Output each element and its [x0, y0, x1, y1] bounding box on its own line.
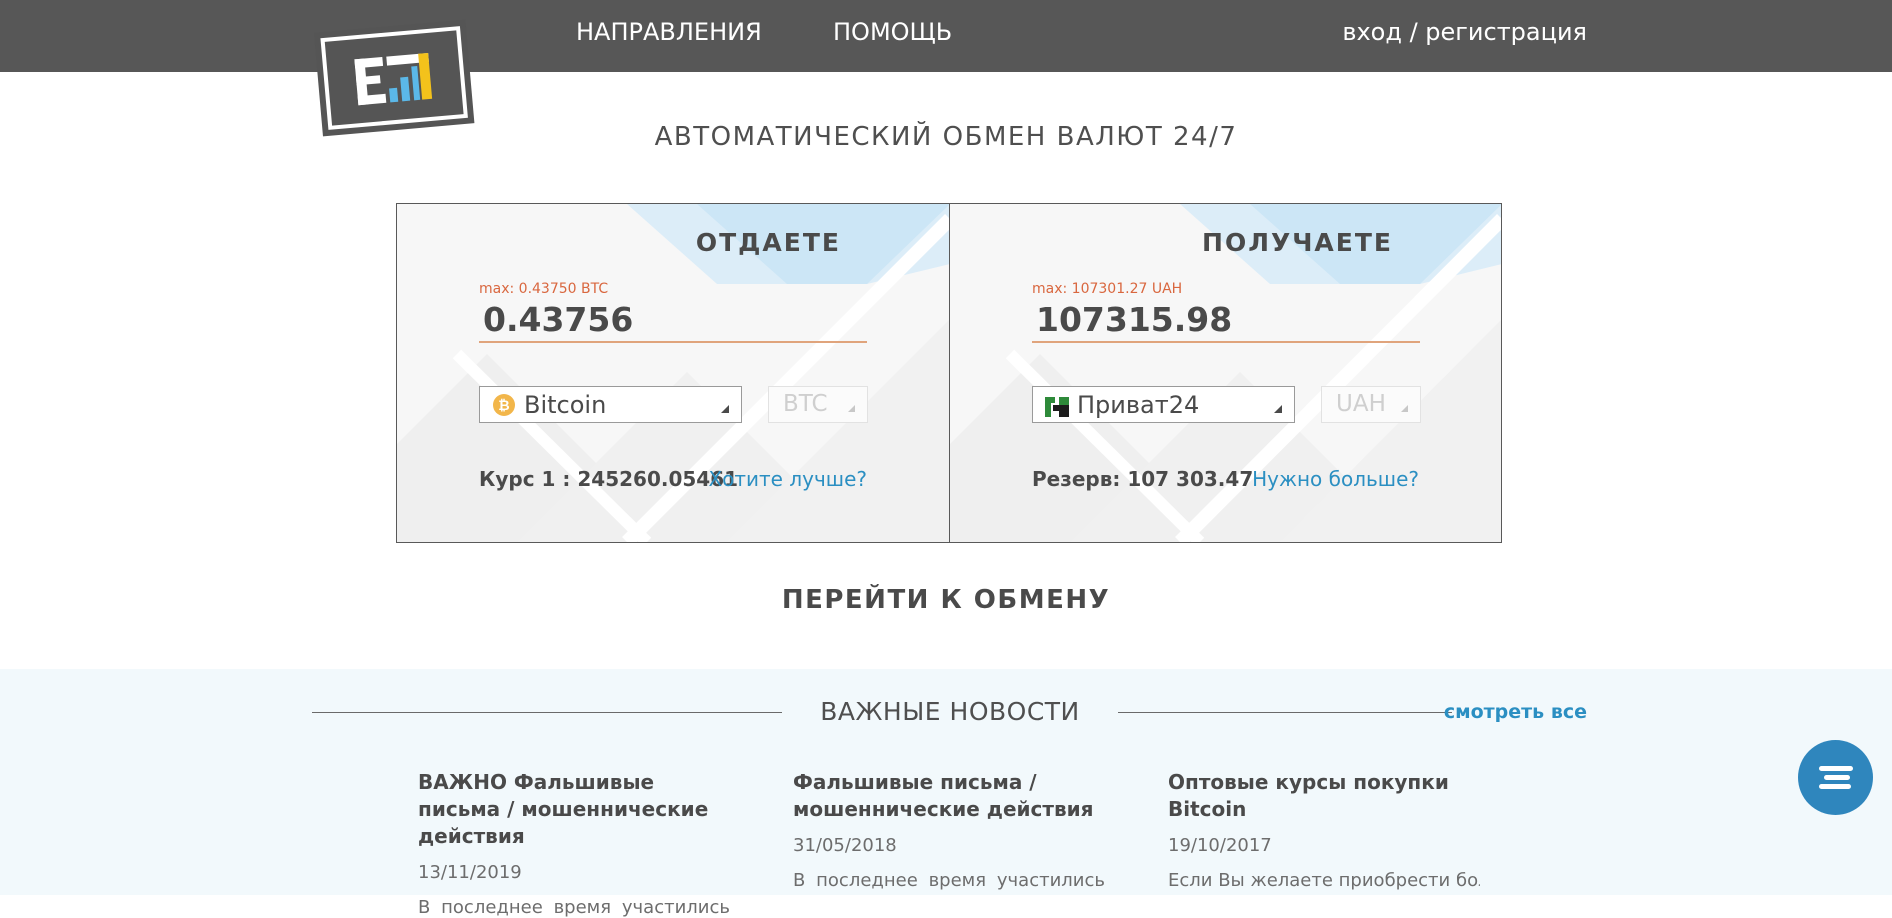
receive-currency-label: UAH [1336, 391, 1386, 417]
receive-method-label: Приват24 [1077, 390, 1200, 419]
need-more-link[interactable]: Нужно больше? [1252, 467, 1419, 491]
nav-help-link[interactable]: ПОМОЩЬ [833, 18, 952, 46]
news-item-title[interactable]: Фальшивые письма / мошеннические действи… [793, 769, 1105, 823]
news-item: Фальшивые письма / мошеннические действи… [793, 769, 1105, 891]
news-divider-right [1118, 712, 1452, 713]
give-currency-select[interactable]: BTC [768, 386, 868, 423]
news-heading: ВАЖНЫЕ НОВОСТИ [820, 697, 1080, 726]
give-currency-label: BTC [783, 391, 828, 417]
page-headline: АВТОМАТИЧЕСКИЙ ОБМЕН ВАЛЮТ 24/7 [654, 122, 1238, 152]
news-item-date: 13/11/2019 [418, 862, 522, 883]
receive-title: ПОЛУЧАЕТЕ [1202, 228, 1393, 257]
exchange-widget: ОТДАЕТЕ max: 0.43750 BTC ₿ Bitcoin BTC К… [396, 203, 1502, 543]
receive-method-select[interactable]: Приват24 [1032, 386, 1295, 423]
news-item: Оптовые курсы покупки Bitcoin 19/10/2017… [1168, 769, 1480, 891]
chat-icon [1824, 775, 1850, 780]
panel-background-pattern [397, 204, 949, 542]
news-item-date: 31/05/2018 [793, 835, 897, 856]
give-max-label: max: 0.43750 BTC [479, 281, 609, 297]
receive-max-label: max: 107301.27 UAH [1032, 281, 1183, 297]
privat24-icon [1045, 392, 1069, 417]
bitcoin-icon: ₿ [493, 393, 515, 416]
chat-icon [1819, 784, 1851, 789]
news-section: ВАЖНЫЕ НОВОСТИ смотреть все ВАЖНО Фальши… [0, 669, 1892, 918]
exchange-rate-text: Курс 1 : 245260.05461 [479, 467, 739, 491]
give-panel: ОТДАЕТЕ max: 0.43750 BTC ₿ Bitcoin BTC К… [397, 204, 949, 542]
nav-directions-link[interactable]: НАПРАВЛЕНИЯ [576, 18, 762, 46]
news-item-date: 19/10/2017 [1168, 835, 1272, 856]
chat-icon [1819, 766, 1853, 771]
news-item-title[interactable]: Оптовые курсы покупки Bitcoin [1168, 769, 1480, 823]
give-amount-input[interactable] [479, 297, 867, 343]
receive-currency-select[interactable]: UAH [1321, 386, 1421, 423]
see-all-news-link[interactable]: смотреть все [1444, 701, 1587, 723]
chevron-down-icon [1274, 405, 1282, 413]
receive-panel: ПОЛУЧАЕТЕ max: 107301.27 UAH Приват24 UA… [949, 204, 1501, 542]
news-item-excerpt: В последнее время участились [418, 897, 730, 918]
chat-widget-button[interactable] [1798, 740, 1873, 815]
give-title: ОТДАЕТЕ [695, 228, 841, 257]
give-method-select[interactable]: ₿ Bitcoin [479, 386, 742, 423]
chevron-down-icon [1401, 405, 1408, 412]
top-navigation-bar: НАПРАВЛЕНИЯ ПОМОЩЬ вход / регистрация [0, 0, 1892, 72]
news-item-excerpt: В последнее время участились [793, 870, 1105, 891]
chevron-down-icon [848, 405, 855, 412]
site-logo[interactable] [312, 12, 476, 140]
go-to-exchange-button[interactable]: ПЕРЕЙТИ К ОБМЕНУ [782, 585, 1110, 615]
reserve-text: Резерв: 107 303.47 [1032, 467, 1254, 491]
give-method-label: Bitcoin [524, 390, 607, 419]
chevron-down-icon [721, 405, 729, 413]
news-item-excerpt: Если Вы желаете приобрести более [1168, 870, 1480, 891]
login-register-link[interactable]: вход / регистрация [1342, 18, 1587, 46]
svg-text:₿: ₿ [498, 398, 509, 414]
better-rate-link[interactable]: Хотите лучше? [708, 467, 867, 491]
receive-amount-input[interactable] [1032, 297, 1420, 343]
news-item: ВАЖНО Фальшивые письма / мошеннические д… [418, 769, 730, 918]
go-to-exchange-row: ПЕРЕЙТИ К ОБМЕНУ [0, 585, 1892, 615]
news-item-title[interactable]: ВАЖНО Фальшивые письма / мошеннические д… [418, 769, 730, 850]
